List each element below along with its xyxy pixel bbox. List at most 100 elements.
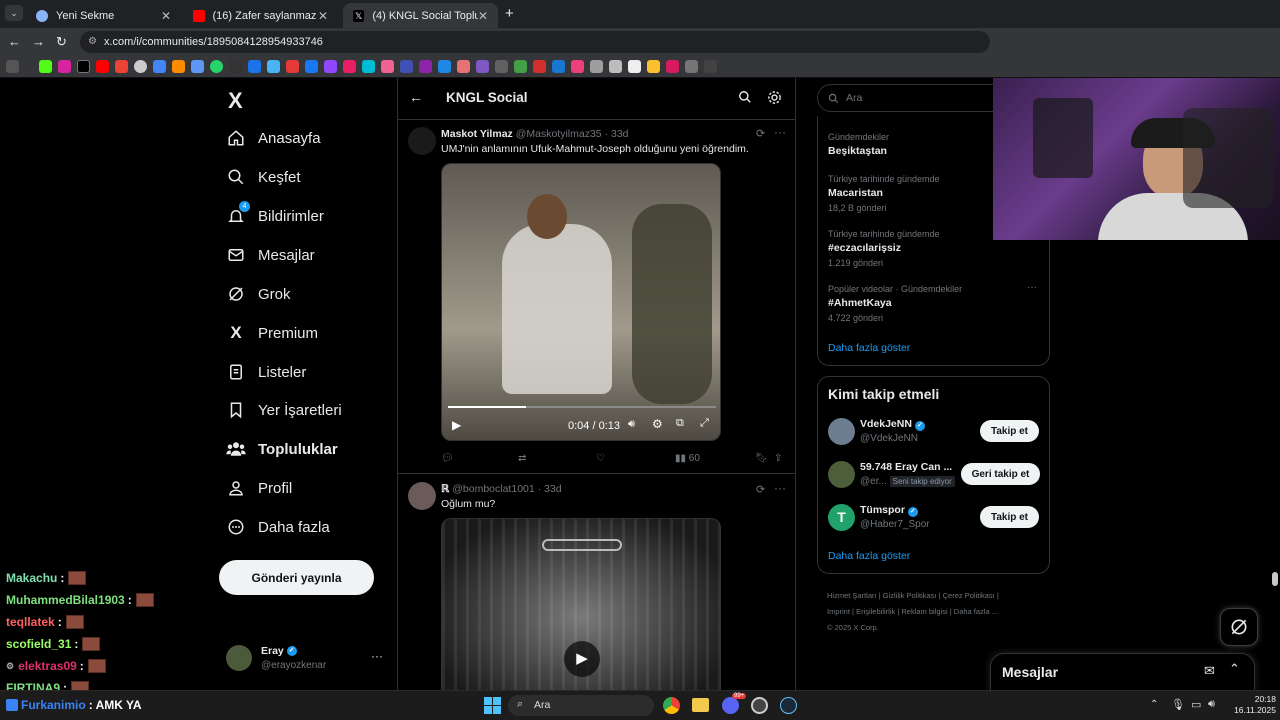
forward-icon[interactable]: → [32,34,45,49]
more-icon[interactable]: ··· [774,481,786,495]
bookmark-site-icon[interactable] [628,60,641,73]
bookmark-whatsapp-icon[interactable] [210,60,223,73]
more-icon[interactable]: ··· [371,649,383,663]
more-icon[interactable]: ··· [1027,282,1037,293]
follow-suggestion[interactable]: VdekJeNN ✓ @VdekJeNN Takip et [818,415,1051,451]
file-explorer-icon[interactable] [692,698,709,712]
reply-icon[interactable]: 💬︎ [441,453,454,464]
follow-suggestion[interactable]: T Tümspor ✓ @Haber7_Spor Takip et [818,501,1051,537]
browser-tab-active[interactable]: 𝕏 (4) KNGL Social Topluluk / X ✕ [343,3,498,28]
grok-icon[interactable]: ⟳ [756,483,765,496]
bookmark-site-icon[interactable] [514,60,527,73]
grok-icon[interactable]: ⟳ [756,127,765,140]
bookmark-site-icon[interactable] [590,60,603,73]
apps-grid-icon[interactable] [6,60,19,73]
footer-link[interactable]: Erişilebilirlik [856,607,895,616]
bookmark-site-icon[interactable] [191,60,204,73]
search-icon[interactable] [738,90,752,109]
settings-icon[interactable]: ⚙ [652,417,663,431]
bookmark-icon[interactable]: 🔖︎ [755,453,768,464]
network-icon[interactable]: ▭ [1191,698,1201,711]
bookmark-site-icon[interactable] [362,60,375,73]
sidebar-item-notifications[interactable]: 4 Bildirimler [226,201,324,231]
sidebar-item-explore[interactable]: Keşfet [226,162,301,192]
scrollbar-thumb[interactable] [1272,572,1278,586]
browser-tab[interactable]: Yeni Sekme ✕ [26,3,181,28]
tray-chevron-icon[interactable]: ⌃ [1150,699,1158,710]
close-tab-icon[interactable]: ✕ [161,9,171,23]
bookmark-site-icon[interactable] [286,60,299,73]
bookmark-youtube-icon[interactable] [96,60,109,73]
follow-back-button[interactable]: Geri takip et [961,463,1040,485]
video-player[interactable]: ▶ [441,518,721,690]
retweet-icon[interactable]: ⇄ [518,453,526,464]
new-message-icon[interactable]: ✉ [1204,663,1215,679]
avatar[interactable] [408,482,436,510]
bookmark-site-icon[interactable] [495,60,508,73]
volume-icon[interactable]: 🔊︎ [628,418,635,431]
close-tab-icon[interactable]: ✕ [478,9,488,23]
bookmark-twitch-icon[interactable] [324,60,337,73]
sidebar-item-home[interactable]: Anasayfa [226,123,321,153]
microphone-icon[interactable]: 🎙︎ [1171,698,1185,711]
bookmark-facebook-icon[interactable] [305,60,318,73]
bookmark-site-icon[interactable] [457,60,470,73]
footer-link[interactable]: Daha fazla ... [954,607,998,616]
new-tab-button[interactable]: + [505,5,514,22]
sidebar-item-more[interactable]: Daha fazla [226,512,330,542]
bookmark-site-icon[interactable] [267,60,280,73]
bookmark-site-icon[interactable] [343,60,356,73]
search-input[interactable]: Ara [817,84,1017,112]
steam-icon[interactable] [780,697,797,714]
views-count[interactable]: ▮▮ 60 [675,453,700,464]
chrome-icon[interactable] [663,697,680,714]
fullscreen-icon[interactable]: ⤢ [700,417,709,430]
bookmark-site-icon[interactable] [172,60,185,73]
bookmark-x-icon[interactable] [77,60,90,73]
back-arrow-icon[interactable]: ← [409,89,423,105]
expand-icon[interactable]: ⌃ [1229,661,1240,677]
tweet[interactable]: ℝ @bomboclat1001 · 33d ⟳ ··· Oğlum mu? ▶ [398,475,796,690]
bookmark-gmail-icon[interactable] [115,60,128,73]
like-icon[interactable]: ♡ [596,453,605,464]
sidebar-item-communities[interactable]: Topluluklar [226,434,338,464]
avatar[interactable] [408,127,436,155]
url-bar[interactable]: ⚙ x.com/i/communities/189508412895493374… [80,31,990,53]
pip-icon[interactable]: ⧉ [676,417,684,430]
follow-button[interactable]: Takip et [980,506,1039,528]
video-progress-track[interactable] [448,406,716,408]
footer-link[interactable]: Imprint [827,607,850,616]
footer-link[interactable]: Çerez Politikası [943,591,995,600]
close-tab-icon[interactable]: ✕ [318,9,328,23]
follow-button[interactable]: Takip et [980,420,1039,442]
show-more-link[interactable]: Daha fazla göster [828,550,910,562]
bookmark-chrome-icon[interactable] [134,60,147,73]
sidebar-item-grok[interactable]: Grok [226,279,291,309]
x-logo-icon[interactable]: X [228,88,243,114]
bookmark-site-icon[interactable] [571,60,584,73]
settings-icon[interactable] [767,90,782,110]
trend-item[interactable]: Popüler videolar · Gündemdekiler #AhmetK… [828,282,1043,323]
play-button[interactable]: ▶ [564,641,600,677]
bookmark-site-icon[interactable] [609,60,622,73]
clock[interactable]: 20:18 16.11.2025 [1226,694,1276,716]
bookmark-site-icon[interactable] [704,60,717,73]
bookmark-site-icon[interactable] [666,60,679,73]
bookmark-site-icon[interactable] [248,60,261,73]
post-button[interactable]: Gönderi yayınla [219,560,374,595]
tweet[interactable]: Maskot Yilmaz @Maskotyilmaz35 · 33d ⟳ ··… [398,121,796,474]
bookmark-site-icon[interactable] [381,60,394,73]
bookmark-site-icon[interactable] [476,60,489,73]
taskbar-search[interactable]: ⌕ Ara [508,695,654,716]
obs-icon[interactable] [751,697,768,714]
follow-suggestion[interactable]: 59.748 Eray Can ... @er... Seni takip ed… [818,458,1051,494]
footer-link[interactable]: Hizmet Şartları [827,591,877,600]
bookmark-site-icon[interactable] [419,60,432,73]
sidebar-item-profile[interactable]: Profil [226,473,292,503]
sidebar-item-bookmarks[interactable]: Yer İşaretleri [226,395,342,425]
bookmark-kick-icon[interactable] [39,60,52,73]
bookmark-site-icon[interactable] [438,60,451,73]
start-icon[interactable] [484,697,501,714]
footer-link[interactable]: Reklam bilgisi [901,607,947,616]
bookmark-instagram-icon[interactable] [58,60,71,73]
